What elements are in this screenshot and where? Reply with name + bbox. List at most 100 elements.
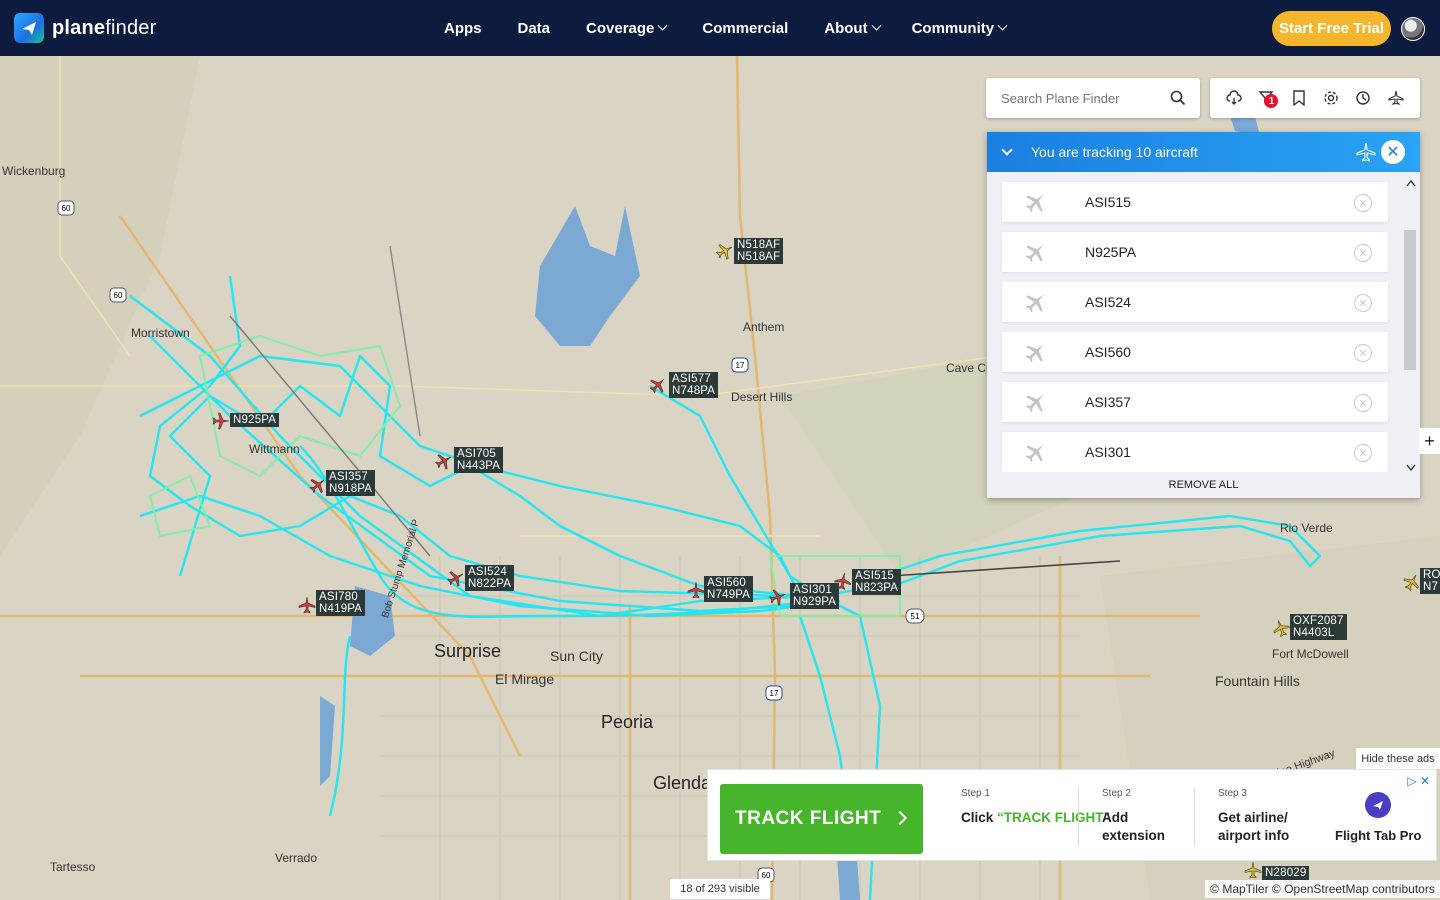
main-nav: Apps Data Coverage Commercial About Comm…	[426, 0, 1024, 56]
aircraft-marker[interactable]	[1403, 573, 1421, 591]
tracked-aircraft-row[interactable]: ASI515 ✕	[1002, 182, 1388, 222]
flight-label[interactable]: OXF2087 N4403L	[1290, 614, 1347, 640]
nav-about[interactable]: About	[824, 20, 882, 37]
tracked-aircraft-row[interactable]: ASI301 ✕	[1002, 432, 1388, 472]
flight-label[interactable]: ASI515 N823PA	[852, 569, 902, 595]
remove-icon[interactable]: ✕	[1354, 244, 1372, 262]
remove-icon[interactable]: ✕	[1354, 394, 1372, 412]
zoom-in-button[interactable]: +	[1419, 428, 1440, 454]
flight-label[interactable]: ASI705 N443PA	[454, 447, 504, 473]
gear-icon[interactable]	[1321, 88, 1341, 108]
aircraft-marker[interactable]	[212, 412, 230, 430]
aircraft-marker[interactable]	[1272, 619, 1290, 637]
filter-icon[interactable]: 1	[1256, 88, 1279, 108]
ad-step-1: Step 1 Click “TRACK FLIGHT”	[961, 788, 1111, 825]
flight-label[interactable]: ASI577 N748PA	[669, 372, 719, 398]
map-label: Tartesso	[50, 860, 96, 874]
hide-ads-link[interactable]: Hide these ads	[1356, 748, 1440, 769]
filter-badge: 1	[1264, 94, 1279, 108]
nav-community[interactable]: Community	[912, 20, 1008, 37]
tracking-title: You are tracking 10 aircraft	[1031, 144, 1198, 160]
ad-brand[interactable]: Flight Tab Pro	[1335, 792, 1421, 843]
bookmark-icon[interactable]	[1289, 88, 1309, 108]
chevron-down-icon[interactable]	[1001, 144, 1013, 156]
flight-label[interactable]: ROKN7	[1420, 568, 1440, 594]
flight-label[interactable]: N518AF N518AF	[734, 238, 784, 264]
flight-label[interactable]: N28029	[1262, 866, 1310, 880]
plane-icon	[1024, 240, 1048, 269]
close-icon[interactable]: ✕	[1381, 140, 1405, 164]
top-navbar: planefinder Apps Data Coverage Commercia…	[0, 0, 1440, 56]
tracked-aircraft-list[interactable]: ASI515 ✕ N925PA ✕ ASI524 ✕ ASI560 ✕ ASI3…	[987, 172, 1420, 472]
map-label: Surprise	[434, 641, 502, 661]
search-icon[interactable]	[1170, 90, 1186, 111]
chevron-down-icon	[657, 20, 668, 31]
visible-count: 18 of 293 visible	[670, 879, 770, 899]
tracked-aircraft-row[interactable]: ASI524 ✕	[1002, 282, 1388, 322]
map-label: Desert Hills	[731, 390, 793, 404]
aircraft-callsign: ASI357	[1085, 394, 1131, 410]
aircraft-marker[interactable]	[769, 588, 787, 606]
tracked-aircraft-row[interactable]: ASI560 ✕	[1002, 332, 1388, 372]
aircraft-marker[interactable]	[1244, 861, 1262, 879]
scrollbar-thumb[interactable]	[1404, 230, 1416, 370]
nav-data[interactable]: Data	[518, 20, 551, 37]
flight-label[interactable]: ASI357 N918PA	[326, 470, 376, 496]
flight-tab-logo-icon	[1365, 792, 1392, 818]
nav-commercial[interactable]: Commercial	[702, 20, 788, 37]
aircraft-marker[interactable]	[298, 596, 316, 614]
nav-coverage[interactable]: Coverage	[586, 20, 668, 37]
search-input[interactable]	[1001, 90, 1161, 106]
aircraft-marker[interactable]	[435, 452, 453, 470]
tracked-aircraft-row[interactable]: ASI357 ✕	[1002, 382, 1388, 422]
map-label: El Mirage	[495, 671, 555, 687]
aircraft-marker[interactable]	[649, 376, 667, 394]
scroll-down-icon[interactable]	[1406, 459, 1416, 472]
chevron-right-icon	[892, 810, 908, 826]
remove-icon[interactable]: ✕	[1354, 194, 1372, 212]
remove-icon[interactable]: ✕	[1354, 444, 1372, 462]
map-label: Sun City	[550, 648, 603, 664]
remove-icon[interactable]: ✕	[1354, 294, 1372, 312]
flight-label[interactable]: ASI780 N419PA	[316, 590, 366, 616]
ad-banner: TRACK FLIGHT Step 1 Click “TRACK FLIGHT”…	[707, 769, 1437, 861]
map-label: Anthem	[743, 320, 785, 334]
scroll-up-icon[interactable]	[1406, 174, 1416, 192]
map-label: Verrado	[275, 851, 318, 865]
flight-label[interactable]: N925PA	[230, 413, 280, 427]
flight-label[interactable]: ASI524 N822PA	[465, 565, 515, 591]
plane-icon	[1024, 390, 1048, 419]
map-attribution[interactable]: © MapTiler © OpenStreetMap contributors	[1205, 880, 1440, 898]
ad-choices-icon[interactable]: ▷ ✕	[1407, 774, 1430, 788]
aircraft-callsign: N925PA	[1085, 244, 1137, 260]
aircraft-marker[interactable]	[309, 476, 327, 494]
aircraft-callsign: ASI524	[1085, 294, 1131, 310]
map-label: Fountain Hills	[1215, 673, 1300, 689]
plane-stats-icon[interactable]	[1386, 88, 1406, 108]
aircraft-callsign: ASI301	[1085, 444, 1131, 460]
aircraft-marker[interactable]	[716, 242, 734, 260]
flight-label[interactable]: ASI560 N749PA	[704, 576, 754, 602]
map-label: Morristown	[131, 326, 190, 340]
user-avatar[interactable]	[1401, 17, 1425, 41]
aircraft-marker[interactable]	[687, 581, 705, 599]
aircraft-callsign: ASI515	[1085, 194, 1131, 210]
aircraft-marker[interactable]	[447, 569, 465, 587]
planefinder-logo[interactable]: planefinder	[14, 13, 156, 43]
start-free-trial-button[interactable]: Start Free Trial	[1272, 11, 1391, 46]
flight-label[interactable]: ASI301 N929PA	[790, 583, 840, 609]
cloud-icon[interactable]	[1224, 88, 1244, 108]
track-flight-ad-button[interactable]: TRACK FLIGHT	[720, 784, 923, 854]
nav-apps[interactable]: Apps	[444, 20, 482, 37]
map-label: Fort McDowell	[1272, 647, 1349, 661]
aircraft-marker[interactable]	[834, 572, 852, 590]
road-shield: 60	[62, 204, 71, 213]
map-label: Wittmann	[249, 442, 300, 456]
tracked-aircraft-row[interactable]: N925PA ✕	[1002, 232, 1388, 272]
map-label: Peoria	[601, 712, 654, 732]
remove-icon[interactable]: ✕	[1354, 344, 1372, 362]
remove-all-button[interactable]: REMOVE ALL	[987, 472, 1420, 498]
divider	[1078, 788, 1079, 846]
road-shield: 17	[736, 361, 745, 370]
history-icon[interactable]	[1353, 88, 1373, 108]
